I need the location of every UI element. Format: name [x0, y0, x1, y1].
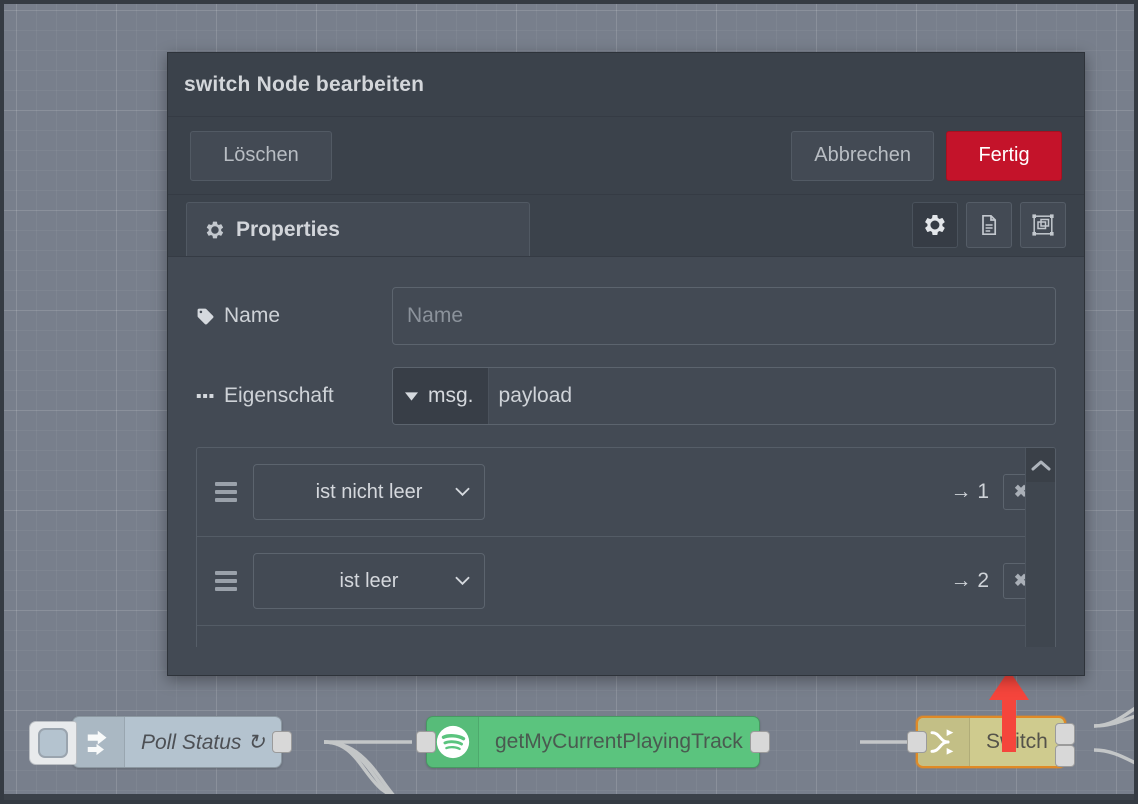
scroll-up-button[interactable] [1026, 448, 1055, 482]
chevron-down-icon [455, 576, 470, 586]
tab-properties-label: Properties [236, 217, 340, 241]
tag-icon [196, 307, 215, 326]
red-up-arrow-icon [986, 668, 1032, 754]
cancel-button[interactable]: Abbrechen [791, 130, 934, 181]
property-label-text: Eigenschaft [224, 384, 334, 407]
dialog-body: Name Eigenschaft [168, 257, 1084, 675]
dialog-toolbar: Löschen Abbrechen Fertig [168, 117, 1084, 195]
property-row: Eigenschaft msg. payload [196, 367, 1056, 425]
property-type-label: msg. [428, 384, 474, 407]
switch-input-port[interactable] [907, 731, 927, 753]
property-type-select[interactable]: msg. [393, 368, 489, 424]
property-typed-input[interactable]: msg. payload [392, 367, 1056, 425]
switch-output-port-1[interactable] [1054, 723, 1075, 745]
rule-row: ist leer → 2 ✖ [197, 537, 1055, 626]
rules-scrollbar[interactable] [1025, 448, 1055, 647]
spotify-output-port[interactable] [749, 731, 770, 753]
rule-operator-label: ist nicht leer [315, 480, 423, 503]
inject-button-square [38, 728, 68, 758]
name-row: Name [196, 287, 1056, 345]
appearance-icon [1031, 213, 1055, 237]
appearance-icon-button[interactable] [1020, 202, 1066, 248]
edit-node-dialog: switch Node bearbeiten Löschen Abbrechen… [167, 52, 1085, 676]
dialog-tabs: Properties [168, 195, 1084, 257]
rule-output-label: → 2 [950, 569, 989, 592]
drag-handle-icon[interactable] [215, 571, 245, 591]
rule-operator-select[interactable]: ist nicht leer [253, 464, 485, 520]
dialog-title: switch Node bearbeiten [184, 72, 425, 96]
name-input[interactable] [392, 287, 1056, 345]
gear-icon [923, 213, 947, 237]
canvas-footer-strip [4, 794, 1134, 800]
ellipsis-icon [196, 390, 215, 402]
chevron-down-icon [455, 487, 470, 497]
delete-button[interactable]: Löschen [190, 130, 332, 181]
rules-list: ist nicht leer → 1 ✖ ist leer → 2 ✖ [196, 447, 1056, 647]
inject-node[interactable]: Poll Status ↻ [29, 716, 292, 768]
drag-handle-icon[interactable] [215, 482, 245, 502]
properties-icon-button[interactable] [912, 202, 958, 248]
caret-down-icon [405, 391, 418, 401]
property-label: Eigenschaft [196, 384, 392, 408]
rule-row: ist nicht leer → 1 ✖ [197, 448, 1055, 537]
tab-properties[interactable]: Properties [186, 202, 530, 256]
spotify-node-label: getMyCurrentPlayingTrack [495, 730, 743, 753]
property-value-text[interactable]: payload [489, 384, 1055, 408]
dialog-header: switch Node bearbeiten [168, 53, 1084, 117]
switch-output-port-2[interactable] [1054, 745, 1075, 767]
document-icon [977, 213, 1001, 237]
rule-operator-label: ist leer [339, 569, 399, 592]
done-button[interactable]: Fertig [946, 130, 1062, 181]
name-label-text: Name [224, 304, 281, 327]
name-label: Name [196, 304, 392, 328]
rule-output-label: → 1 [950, 480, 989, 503]
dialog-tab-icon-buttons [912, 202, 1066, 248]
spotify-node[interactable]: getMyCurrentPlayingTrack [416, 716, 770, 768]
rule-operator-select[interactable]: ist leer [253, 553, 485, 609]
app-window: Poll Status ↻ getMyCurrentPlayingTrack S… [0, 0, 1138, 804]
inject-trigger-button[interactable] [29, 721, 77, 765]
inject-node-label: Poll Status ↻ [141, 730, 265, 754]
chevron-up-icon [1031, 459, 1051, 472]
inject-arrow-icon [73, 717, 125, 767]
spotify-input-port[interactable] [416, 731, 436, 753]
description-icon-button[interactable] [966, 202, 1012, 248]
inject-output-port[interactable] [271, 731, 292, 753]
gear-icon [205, 220, 225, 240]
